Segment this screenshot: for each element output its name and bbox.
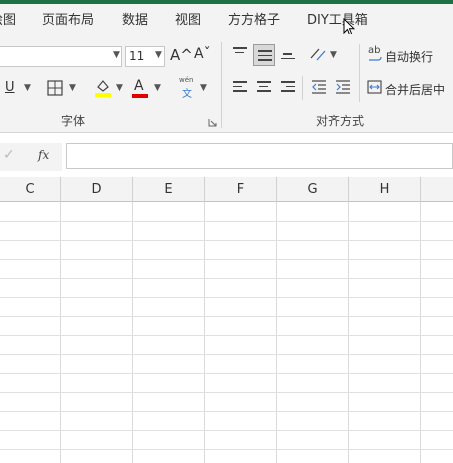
separator: [359, 44, 360, 102]
decrease-indent-icon[interactable]: [311, 80, 327, 94]
formula-bar: ✓ fx: [0, 141, 453, 173]
wrap-text-label: 自动换行: [385, 50, 434, 64]
ribbon-tabs: 绘图 页面布局 数据 视图 方方格子 DIY工具箱: [0, 4, 453, 37]
grid-line: [0, 411, 453, 412]
spreadsheet-grid[interactable]: C D E F G H: [0, 177, 453, 463]
orientation-icon[interactable]: [309, 46, 327, 62]
bottom-align-button[interactable]: [277, 44, 299, 66]
borders-icon[interactable]: [47, 80, 63, 96]
formula-input[interactable]: [66, 143, 453, 169]
top-align-button[interactable]: [229, 44, 251, 66]
tab-fangfang[interactable]: 方方格子: [228, 9, 280, 28]
chevron-down-icon: ▼: [113, 50, 120, 60]
column-header-d[interactable]: D: [61, 177, 133, 202]
merge-center-icon: [367, 80, 382, 94]
increase-indent-icon[interactable]: [335, 80, 351, 94]
ribbon: ▼ 11 ▼ A^ Aˇ U ▼ ▼ ▼ A ▼ wén 文 ▼ 字体 ▼ ab…: [0, 34, 453, 133]
chevron-down-icon: ▼: [330, 50, 337, 60]
grid-line: [132, 202, 133, 463]
grid-line: [0, 373, 453, 374]
font-name-dropdown[interactable]: [0, 46, 122, 67]
chevron-down-icon: ▼: [155, 50, 162, 60]
grow-font-button[interactable]: A^: [170, 46, 193, 64]
phonetic-top-text: wén: [179, 76, 194, 84]
column-header-f[interactable]: F: [205, 177, 277, 202]
middle-align-button[interactable]: [253, 44, 275, 66]
right-align-button[interactable]: [277, 77, 299, 99]
grid-line: [348, 202, 349, 463]
wrap-text-button[interactable]: ab 自动换行: [366, 45, 453, 66]
fill-color-icon[interactable]: [94, 78, 112, 98]
grid-line: [0, 392, 453, 393]
center-align-button[interactable]: [253, 77, 275, 99]
tab-page-layout[interactable]: 页面布局: [42, 9, 94, 28]
grid-line: [0, 221, 453, 222]
chevron-down-icon: ▼: [69, 83, 76, 93]
tab-data[interactable]: 数据: [122, 9, 148, 28]
chevron-down-icon: ▼: [200, 83, 207, 93]
wrap-arrow-icon: [369, 56, 382, 61]
grid-line: [0, 240, 453, 241]
font-color-swatch: [132, 94, 148, 98]
chevron-down-icon: ▼: [154, 83, 161, 93]
insert-function-button[interactable]: fx: [38, 148, 49, 162]
column-header-i[interactable]: [421, 177, 453, 202]
phonetic-guide-button[interactable]: 文: [182, 85, 192, 100]
wrap-text-icon: ab: [368, 45, 381, 56]
grid-line: [204, 202, 205, 463]
underline-button[interactable]: U: [5, 80, 15, 95]
grid-line: [0, 354, 453, 355]
grid-line: [0, 335, 453, 336]
grid-line: [0, 278, 453, 279]
merge-center-button[interactable]: 合并后居中: [366, 79, 453, 99]
shrink-font-button[interactable]: Aˇ: [194, 46, 211, 62]
tab-draw[interactable]: 绘图: [0, 9, 16, 28]
chevron-down-icon: ▼: [24, 83, 31, 93]
column-header-c[interactable]: C: [0, 177, 61, 202]
confirm-icon[interactable]: ✓: [3, 147, 15, 163]
grid-line: [276, 202, 277, 463]
group-separator: [221, 42, 222, 128]
grid-line: [0, 449, 453, 450]
grid-line: [0, 297, 453, 298]
grid-line: [0, 430, 453, 431]
dialog-launcher-icon[interactable]: [208, 118, 217, 127]
grid-line: [0, 316, 453, 317]
font-color-button[interactable]: A: [134, 78, 144, 94]
separator: [302, 76, 303, 100]
chevron-down-icon: ▼: [116, 83, 123, 93]
tab-view[interactable]: 视图: [175, 9, 201, 28]
column-header-e[interactable]: E: [133, 177, 205, 202]
formula-bar-buttons: ✓ fx: [0, 143, 62, 171]
column-header-h[interactable]: H: [349, 177, 421, 202]
font-group-label: 字体: [61, 114, 86, 128]
grid-line: [420, 202, 421, 463]
left-align-button[interactable]: [229, 77, 251, 99]
alignment-group-label: 对齐方式: [316, 114, 365, 128]
merge-center-label: 合并后居中: [385, 83, 446, 97]
grid-line: [0, 259, 453, 260]
grid-line: [60, 202, 61, 463]
tab-diy-toolbox[interactable]: DIY工具箱: [307, 9, 368, 28]
column-header-g[interactable]: G: [277, 177, 349, 202]
